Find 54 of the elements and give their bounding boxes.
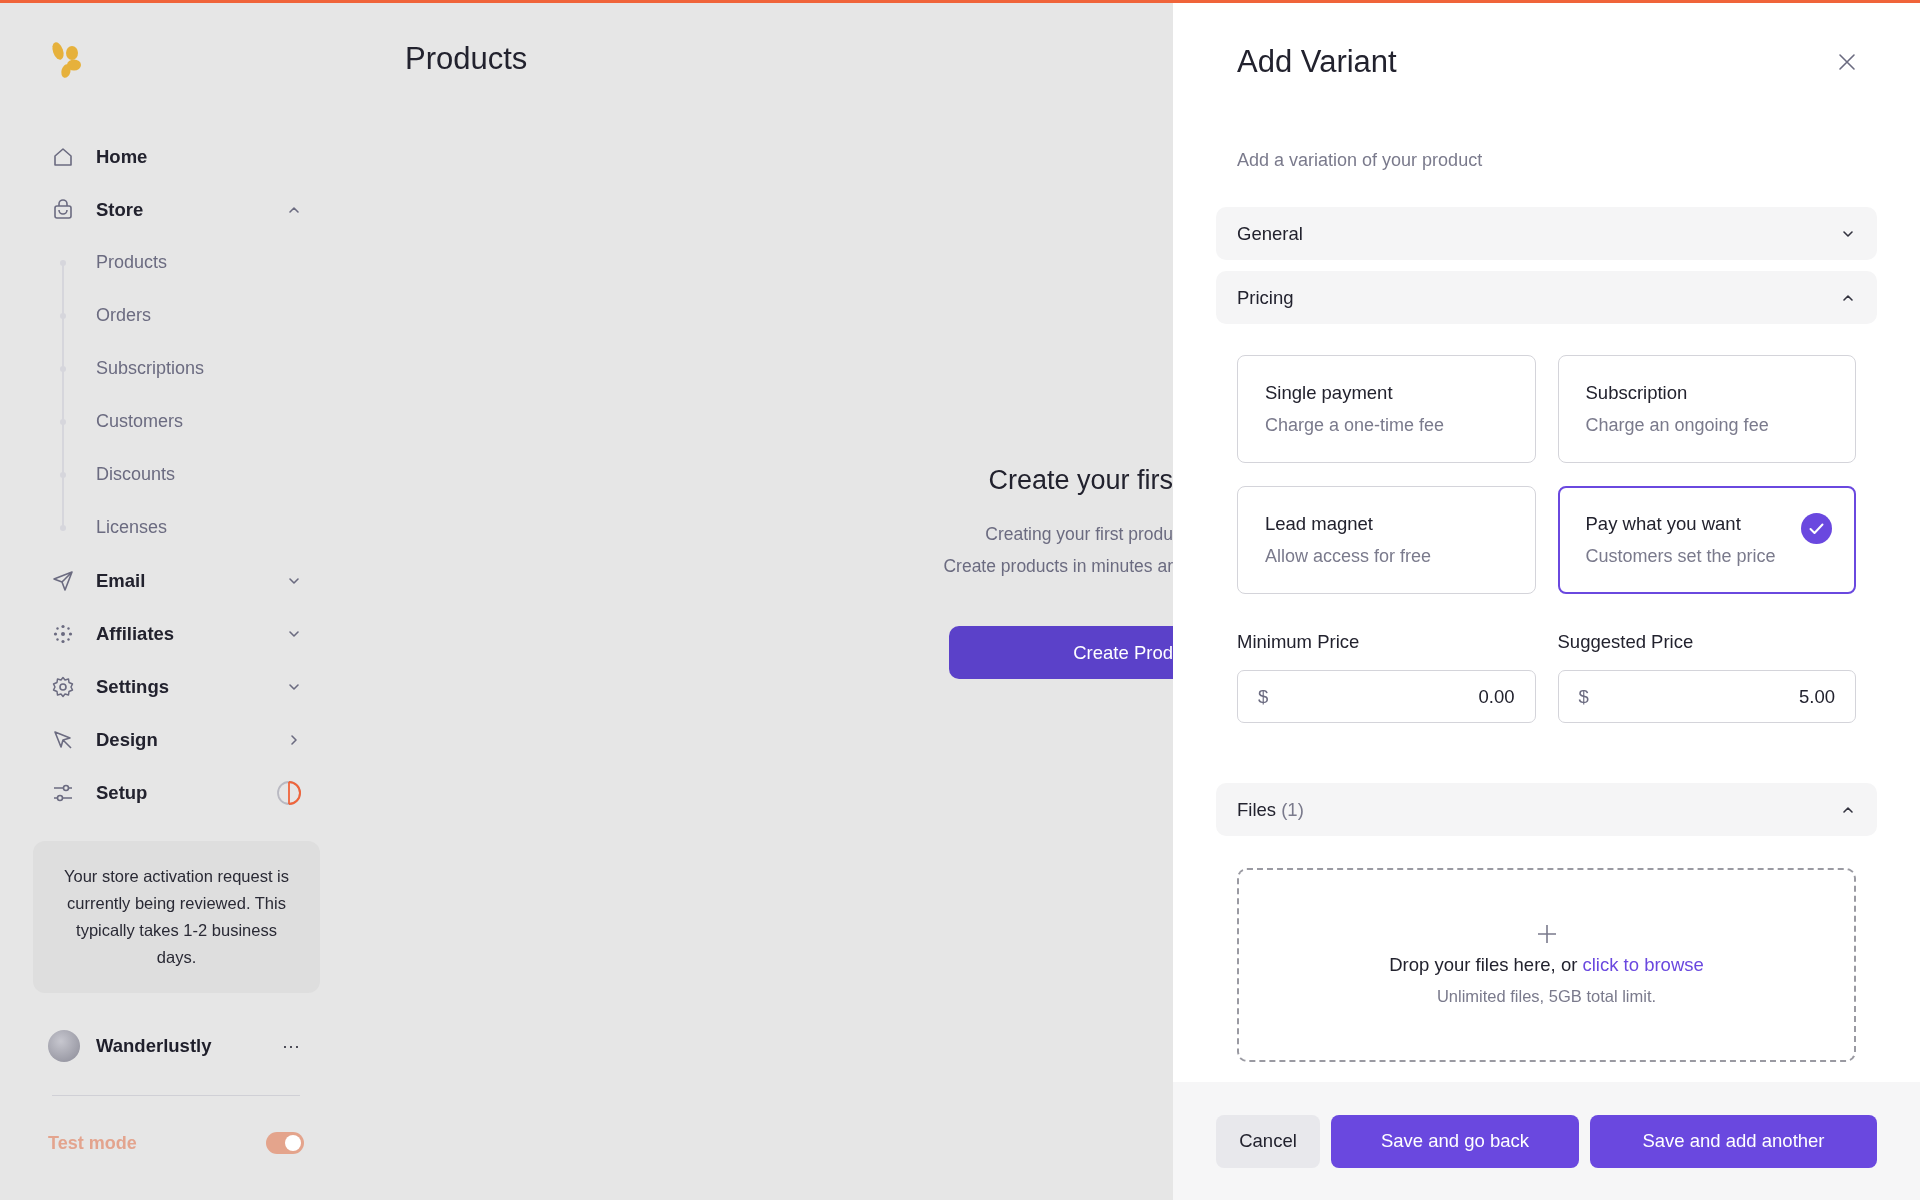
panel-subtitle: Add a variation of your product [1236,150,1484,171]
accordion-header[interactable]: Files (1) [1216,783,1877,836]
nav-subitem[interactable]: Subscriptions [96,358,205,379]
dropzone-text: Drop your files here, or click to browse [1389,954,1704,976]
nav-subitem[interactable]: Licenses [96,517,168,538]
activation-notice: Your store activation request is currently being reviewed. This typically takes 1-2 business days. [33,841,320,993]
cursor-icon [52,728,74,751]
nav-subitem[interactable]: Orders [96,305,151,326]
nav-subitem[interactable]: Discounts [96,464,176,485]
empty-state-title: Create your firs [988,465,1173,496]
nav-subitem[interactable]: Customers [96,411,184,432]
field-label: Minimum Price [1237,631,1361,653]
accordion-header[interactable]: Pricing [1216,271,1877,324]
close-icon[interactable] [1838,53,1856,71]
price-field[interactable]: $ 0.00 [1237,670,1536,723]
panel-title: Add Variant [1237,44,1397,80]
save-button[interactable]: Save and add another [1590,1114,1877,1168]
nav-item[interactable]: Email [0,554,302,607]
home-icon [52,145,74,168]
create-product-button[interactable]: Create Prod [949,626,1173,679]
empty-state-text: Create products in minutes ar [943,555,1173,578]
test-mode-toggle[interactable] [266,1132,304,1154]
nav-item[interactable]: Home [0,130,302,183]
paper-plane-icon [52,569,74,592]
check-icon [1801,513,1832,544]
price-field[interactable]: $ 5.00 [1557,670,1856,723]
page-title: Products [405,41,528,77]
test-mode-label: Test mode [48,1132,138,1154]
empty-state-text: Creating your first produ [985,523,1173,546]
logo-icon [50,40,84,80]
nav-item[interactable]: Store [0,183,302,236]
more-menu[interactable]: ··· [282,1035,300,1057]
nav-item[interactable]: Design [0,713,302,766]
store-name[interactable]: Wanderlustly [96,1035,282,1057]
browse-link[interactable]: click to browse [1582,954,1704,975]
nav-subitem[interactable]: Products [96,252,168,273]
plus-icon [1536,924,1557,944]
nav-item[interactable]: Affiliates [0,607,302,660]
avatar[interactable] [48,1030,80,1062]
file-dropzone[interactable]: Drop your files here, or click to browse Unlimited files, 5GB total limit. [1237,868,1856,1062]
cancel-button[interactable]: Cancel [1216,1114,1320,1168]
dots-icon [52,622,74,645]
nav-item[interactable]: Setup [0,766,302,819]
pricing-option[interactable]: Lead magnet Allow access for free [1237,486,1536,594]
shopping-bag-icon [52,198,74,221]
pricing-option[interactable]: Pay what you want Customers set the price [1557,486,1856,594]
accordion-header[interactable]: General [1216,207,1877,260]
dropzone-hint: Unlimited files, 5GB total limit. [1436,987,1657,1006]
pricing-option[interactable]: Subscription Charge an ongoing fee [1557,355,1856,463]
gear-icon [52,675,74,698]
field-label: Suggested Price [1557,631,1695,653]
save-button[interactable]: Save and go back [1331,1114,1579,1168]
nav-item[interactable]: Settings [0,660,302,713]
pricing-option[interactable]: Single payment Charge a one-time fee [1237,355,1536,463]
